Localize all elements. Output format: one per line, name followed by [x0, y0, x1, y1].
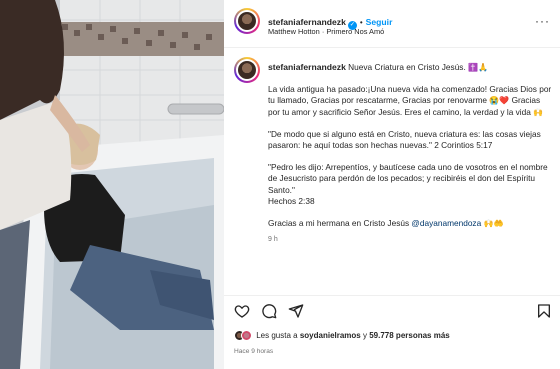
- author-username[interactable]: stefaniafernandezk: [268, 17, 346, 27]
- caption-paragraph-1: La vida antigua ha pasado:¡Una nueva vid…: [268, 84, 552, 106]
- caption-username[interactable]: stefaniafernandezk: [268, 62, 346, 72]
- praise-emoji-icon-2: 🙌: [483, 219, 494, 229]
- caption-area: stefaniafernandezk Nueva Criatura en Cri…: [224, 48, 560, 292]
- caption-avatar[interactable]: [234, 57, 260, 83]
- caption-paragraph-3: "Pedro les dijo: Arrepentíos, y bautíces…: [268, 162, 548, 195]
- action-bar: [224, 295, 560, 325]
- post-media[interactable]: [0, 0, 224, 369]
- pray-emoji-icon: 🙏: [478, 63, 489, 72]
- likes-summary: Les gusta a soydanielramos y 59.778 pers…: [234, 330, 450, 344]
- share-send-icon[interactable]: [288, 303, 304, 319]
- liker-avatar-2[interactable]: [241, 330, 252, 341]
- caption-paragraph-3-ref: Hechos 2:38: [268, 195, 315, 206]
- likes-prefix: Les gusta a: [256, 331, 298, 340]
- post-timestamp[interactable]: Hace 9 horas: [234, 348, 273, 355]
- likes-count[interactable]: 59.778 personas más: [369, 331, 450, 340]
- save-bookmark-icon[interactable]: [536, 303, 552, 319]
- music-attribution[interactable]: Matthew Hotton · Primero Nos Amó: [268, 27, 384, 36]
- mention-link[interactable]: @dayanamendoza: [411, 218, 481, 228]
- heart-emoji-icon: ❤️: [499, 96, 510, 106]
- like-heart-icon[interactable]: [234, 303, 250, 319]
- caption-paragraph-2: "De modo que si alguno está en Cristo, n…: [268, 128, 541, 151]
- likes-text: Les gusta a soydanielramos y 59.778 pers…: [256, 331, 450, 340]
- caption-paragraph-4: Gracias a mi hermana en Cristo Jesús: [268, 218, 410, 229]
- comment-bubble-icon[interactable]: [261, 303, 277, 319]
- post-panel: stefaniafernandezk ✓ • Seguir Matthew Hotto…: [224, 0, 560, 369]
- baptism-photo: [0, 0, 224, 369]
- caption-text: stefaniafernandezk Nueva Criatura en Cri…: [268, 62, 552, 245]
- likes-user[interactable]: soydanielramos: [300, 331, 361, 340]
- more-options-icon[interactable]: ···: [535, 14, 550, 28]
- cross-emoji-icon: ✝️: [468, 63, 479, 72]
- caption-title: Nueva Criatura en Cristo Jesús.: [348, 62, 466, 72]
- separator-dot: •: [359, 18, 363, 27]
- open-hands-emoji-icon: 🤲: [493, 219, 504, 229]
- caption-timestamp: 9 h: [268, 236, 278, 244]
- follow-button[interactable]: Seguir: [366, 17, 393, 27]
- post-header: stefaniafernandezk ✓ • Seguir Matthew Hotto…: [224, 0, 560, 48]
- praise-emoji-icon: 🙌: [533, 107, 544, 117]
- likes-and: y: [363, 331, 367, 340]
- author-avatar[interactable]: [234, 8, 260, 34]
- crying-emoji-icon: 😭: [489, 96, 500, 106]
